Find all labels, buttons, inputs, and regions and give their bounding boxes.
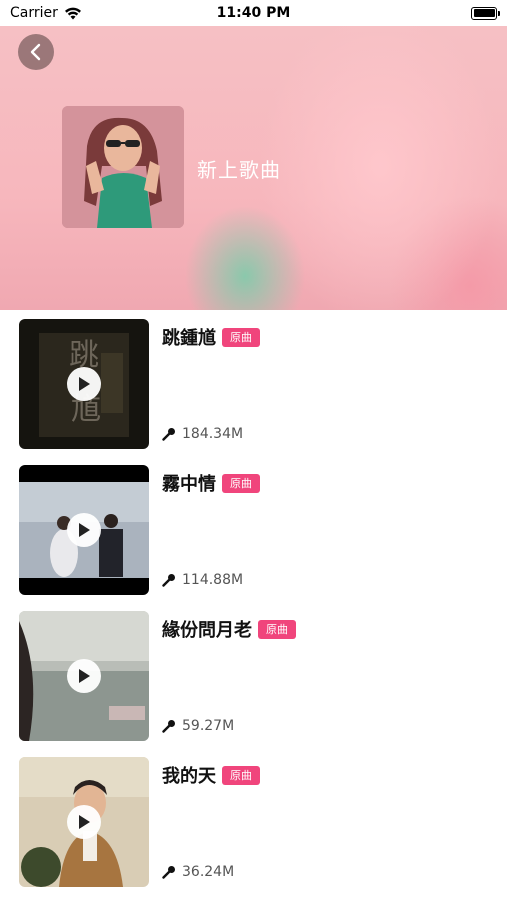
song-row[interactable]: 霧中情 原曲 114.88M — [0, 456, 507, 602]
play-button[interactable] — [67, 367, 101, 401]
song-title-line: 緣份問月老 原曲 — [162, 616, 296, 642]
status-bar: Carrier 11:40 PM — [0, 0, 507, 26]
microphone-icon — [162, 720, 175, 733]
playlist-cover-image — [62, 106, 184, 228]
original-badge: 原曲 — [222, 473, 260, 493]
playlist-header: 新上歌曲 — [0, 26, 507, 310]
song-thumbnail[interactable] — [19, 757, 149, 887]
song-title: 跳鍾馗 — [162, 328, 216, 349]
song-thumbnail[interactable] — [19, 611, 149, 741]
song-thumbnail[interactable]: 跳 馗 — [19, 319, 149, 449]
play-count-value: 184.34M — [182, 426, 244, 442]
original-badge: 原曲 — [258, 619, 296, 639]
carrier-label: Carrier — [10, 5, 58, 21]
play-icon — [79, 377, 90, 391]
play-count-value: 36.24M — [182, 864, 235, 880]
play-count-value: 59.27M — [182, 718, 235, 734]
play-button[interactable] — [67, 805, 101, 839]
play-count: 36.24M — [162, 864, 234, 880]
song-row[interactable]: 跳 馗 跳鍾馗 原曲 184.34M — [0, 310, 507, 456]
playlist-title: 新上歌曲 — [197, 158, 281, 182]
song-row[interactable]: 我的天 原曲 36.24M — [0, 748, 507, 894]
status-left: Carrier — [10, 5, 82, 21]
song-title: 我的天 — [162, 766, 216, 787]
play-count-value: 114.88M — [182, 572, 244, 588]
song-row[interactable]: 緣份問月老 原曲 59.27M — [0, 602, 507, 748]
song-title: 霧中情 — [162, 474, 216, 495]
play-icon — [79, 815, 90, 829]
microphone-icon — [162, 866, 175, 879]
play-count: 114.88M — [162, 572, 243, 588]
battery-icon — [471, 6, 500, 20]
back-button[interactable] — [18, 34, 54, 70]
play-icon — [79, 523, 90, 537]
original-badge: 原曲 — [222, 327, 260, 347]
microphone-icon — [162, 574, 175, 587]
song-title-line: 我的天 原曲 — [162, 762, 260, 788]
chevron-left-icon — [30, 43, 41, 61]
play-count: 184.34M — [162, 426, 243, 442]
play-icon — [79, 669, 90, 683]
play-button[interactable] — [67, 513, 101, 547]
play-count: 59.27M — [162, 718, 234, 734]
original-badge: 原曲 — [222, 765, 260, 785]
song-title: 緣份問月老 — [162, 620, 252, 641]
song-thumbnail[interactable] — [19, 465, 149, 595]
microphone-icon — [162, 428, 175, 441]
play-button[interactable] — [67, 659, 101, 693]
song-title-line: 跳鍾馗 原曲 — [162, 324, 260, 350]
song-title-line: 霧中情 原曲 — [162, 470, 260, 496]
wifi-icon — [64, 7, 81, 19]
